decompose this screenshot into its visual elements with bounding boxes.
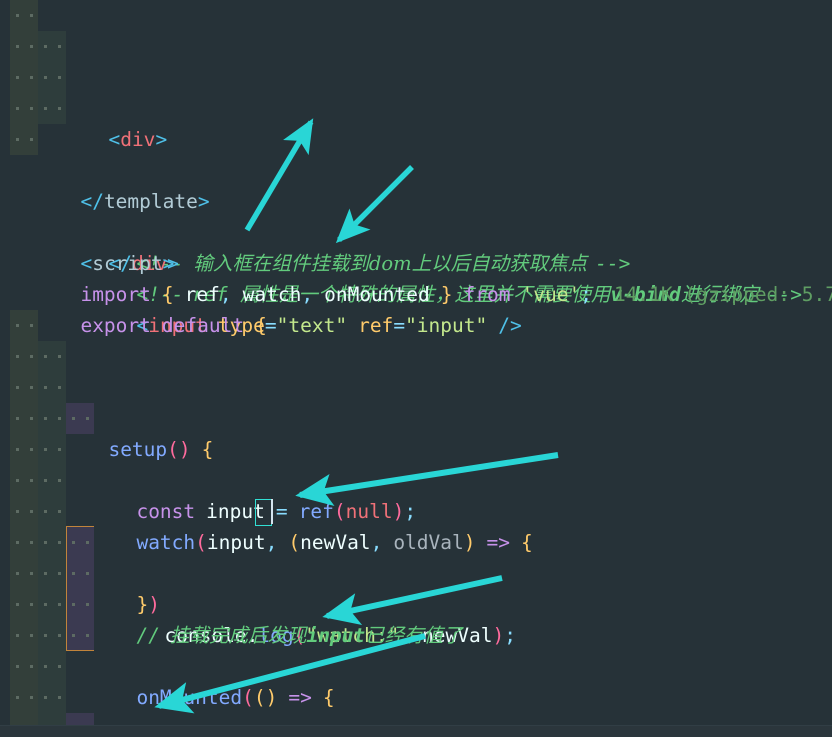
paren-open: ( [333, 500, 346, 523]
keyword-default: default [161, 314, 245, 337]
paren-close: ) [148, 593, 160, 616]
tag-close-open-punct: </ [80, 190, 104, 213]
tag-close-punct: > [162, 252, 175, 275]
tag-name-script: script [92, 252, 163, 275]
keyword-export: export [80, 314, 151, 337]
code-line-12[interactable]: const input = ref(null); [0, 341, 832, 523]
code-line-4[interactable]: <input type="text" ref="input"/> [0, 93, 832, 337]
code-line-3[interactable]: <!-- ref 属性是一个特殊的属性，这里并不需要使用v-bind进行绑定 --> [0, 62, 832, 306]
import-watch: watch [242, 283, 302, 306]
keyword-const: const [136, 500, 196, 523]
comment-text-hasvalue: 已经有值了 [365, 624, 463, 647]
param-oldval: oldVal [393, 531, 464, 554]
paren-close: ) [492, 624, 505, 647]
code-surface[interactable]: <div> <!-- 输入框在组件挂载到dom上以后自动获取焦点 --> <!-- r… [0, 0, 832, 737]
paren-open: ( [195, 531, 207, 554]
arrow-function-token: => [288, 686, 312, 709]
comment-text-mounted: 挂载完成后发现 [169, 624, 307, 647]
keyword-import: import [80, 283, 151, 306]
comma-2: , [301, 283, 314, 306]
code-line-6[interactable]: </template> [0, 155, 832, 213]
semicolon: ; [504, 624, 516, 647]
comment-close: --> [595, 252, 631, 275]
import-brace-close: } [440, 283, 453, 306]
keyword-from: from [463, 283, 511, 306]
tag-open-punct: < [108, 128, 121, 151]
import-brace-open: { [161, 283, 174, 306]
code-line-16[interactable]: //挂载完成后发现input已经有值了 [0, 465, 832, 647]
text-caret [271, 499, 273, 524]
code-line-2[interactable]: <!-- 输入框在组件挂载到dom上以后自动获取焦点 --> [0, 31, 832, 275]
import-onmounted: onMounted [324, 283, 430, 306]
import-cost-annotation: 14.1K (gzipped: 5.7K) [613, 283, 832, 306]
arrow-function-token: => [486, 531, 510, 554]
tag-name-div: div [120, 128, 156, 151]
code-line-1[interactable]: <div> [0, 0, 832, 151]
tag-close-punct: > [197, 190, 210, 213]
semicolon: ; [404, 500, 417, 523]
module-name-vue: 'vue' [521, 283, 581, 306]
empty-params: () [253, 686, 278, 709]
code-line-22[interactable]: }) [0, 651, 832, 682]
function-setup: setup [108, 438, 168, 461]
function-watch: watch [136, 531, 196, 554]
comma: , [370, 531, 383, 554]
function-ref: ref [298, 500, 334, 523]
paren-close: ) [392, 500, 405, 523]
comment-slashes: // [136, 624, 160, 647]
attr-ref: ref [358, 314, 394, 337]
assign-equals: = [275, 500, 288, 523]
comment-keyword-input: input [306, 624, 366, 647]
comma-1: , [219, 283, 232, 306]
tag-selfclose-punct: /> [498, 314, 522, 337]
paren-params-open: ( [288, 531, 301, 554]
brace-open: { [521, 531, 533, 554]
attr-equals-2: = [393, 314, 406, 337]
code-editor-screenshot: <div> <!-- 输入框在组件挂载到dom上以后自动获取焦点 --> <!-- r… [0, 0, 832, 737]
tag-open-punct: < [80, 252, 93, 275]
semicolon: ; [580, 283, 592, 306]
tag-name-template-close: template [103, 190, 198, 213]
import-ref: ref [184, 283, 220, 306]
brace-open: { [255, 314, 267, 337]
code-line-8[interactable]: <script> [0, 217, 832, 275]
brace-close: } [136, 593, 149, 616]
comment-text-autofocus: 输入框在组件挂载到dom上以后自动获取焦点 [193, 252, 588, 275]
param-newval: newVal [300, 531, 371, 554]
code-line-14[interactable]: console.log("watch:", newVal); [0, 403, 832, 647]
variable-input: input [206, 500, 265, 523]
attr-value-input: "input" [405, 314, 488, 337]
paren-open: ( [242, 686, 254, 709]
code-line-19[interactable]: console.log(input.value); [0, 558, 832, 589]
code-line-13[interactable]: watch(input, (newVal, oldVal) =>{ [0, 372, 832, 554]
paren-params-close: ) [463, 531, 476, 554]
literal-null: null [345, 500, 393, 523]
editor-bottom-strip [0, 725, 832, 737]
arg-input: input [206, 531, 266, 554]
attr-value-text: "text" [276, 314, 348, 337]
brace-open-matched: { [322, 686, 335, 709]
comma: , [265, 531, 278, 554]
tag-close-punct: > [155, 128, 168, 151]
brace-open: { [201, 438, 214, 461]
setup-parens: () [167, 438, 191, 461]
function-onmounted: onMounted [136, 686, 243, 709]
